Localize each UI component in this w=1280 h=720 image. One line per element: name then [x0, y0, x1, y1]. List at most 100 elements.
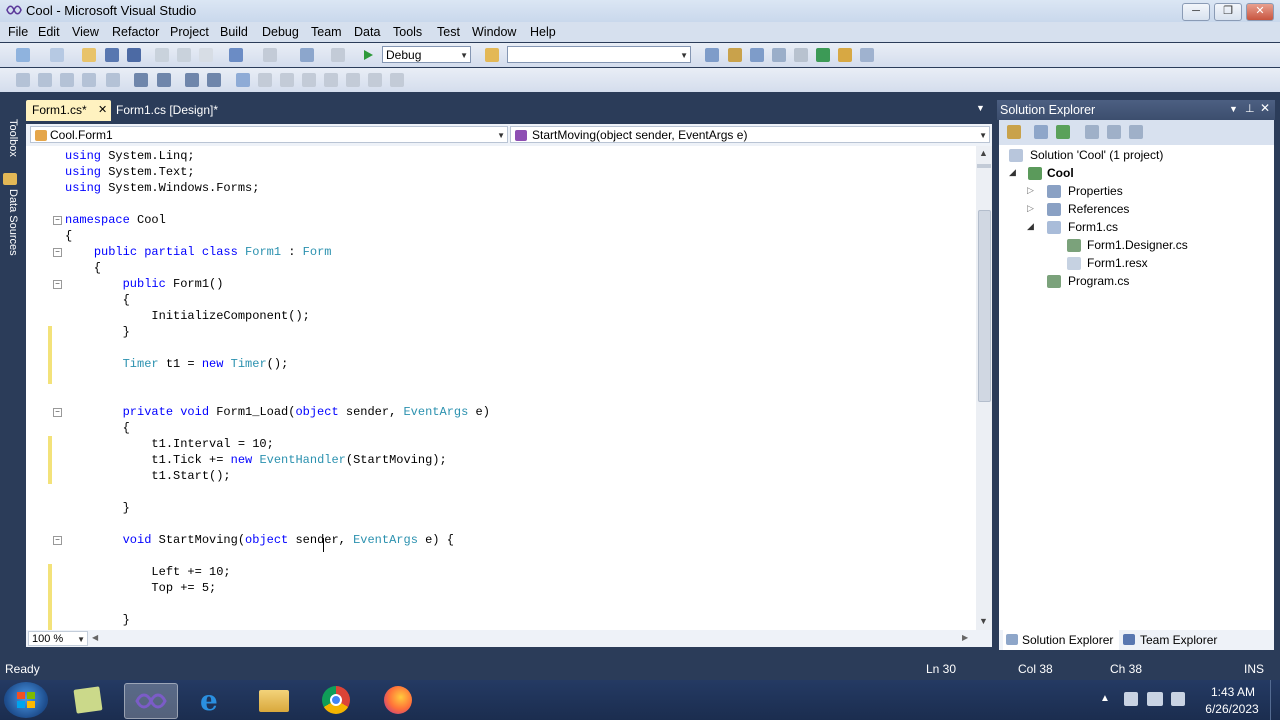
scroll-up-icon[interactable]: ▲ — [979, 148, 988, 158]
tree-item-form1-cs[interactable]: Form1.cs — [1068, 220, 1118, 234]
scroll-down-icon[interactable]: ▼ — [979, 616, 988, 626]
expanded-arrow-icon[interactable]: ◢ — [1027, 221, 1034, 232]
complete-word-icon[interactable] — [82, 73, 96, 87]
comment-lines-icon[interactable] — [185, 73, 199, 87]
menu-edit[interactable]: Edit — [38, 25, 60, 39]
member-selector[interactable]: StartMoving(object sender, EventArgs e) … — [510, 126, 990, 143]
close-panel-icon[interactable]: ✕ — [1260, 101, 1270, 115]
paste-icon[interactable] — [199, 48, 213, 62]
tab-solution-explorer[interactable]: Solution Explorer — [1003, 630, 1119, 650]
tab-form1-design[interactable]: Form1.cs [Design]* — [110, 100, 230, 121]
show-hidden-icons-icon[interactable]: ▲ — [1100, 693, 1110, 704]
close-window-button[interactable]: ✕ — [1246, 3, 1274, 21]
menu-file[interactable]: File — [8, 25, 28, 39]
tree-item-program-cs[interactable]: Program.cs — [1068, 274, 1129, 288]
tree-item-properties[interactable]: Properties — [1068, 184, 1123, 198]
collapse-icon[interactable]: − — [53, 248, 62, 257]
collapse-icon[interactable]: − — [53, 536, 62, 545]
show-desktop-button[interactable] — [1270, 680, 1280, 720]
solution-explorer-icon[interactable] — [705, 48, 719, 62]
find-in-files-icon[interactable] — [485, 48, 499, 62]
pin-icon[interactable]: ⊥ — [1245, 102, 1255, 115]
properties-window-icon[interactable] — [728, 48, 742, 62]
start-debugging-icon[interactable] — [361, 48, 375, 62]
start-button[interactable] — [4, 682, 48, 718]
next-bookmark-in-folder-icon[interactable] — [324, 73, 338, 87]
parameter-info-icon[interactable] — [38, 73, 52, 87]
clock-time[interactable]: 1:43 AM — [1206, 685, 1260, 699]
menu-team[interactable]: Team — [311, 25, 342, 39]
redo-icon[interactable] — [263, 48, 277, 62]
taskbar-internet-explorer-app[interactable]: e — [186, 683, 238, 717]
taskbar-chrome-app[interactable] — [310, 683, 362, 717]
cut-icon[interactable] — [155, 48, 169, 62]
type-selector[interactable]: Cool.Form1 ▼ — [30, 126, 508, 143]
next-bookmark-in-document-icon[interactable] — [368, 73, 382, 87]
menu-debug[interactable]: Debug — [262, 25, 299, 39]
taskbar-firefox-app[interactable] — [372, 683, 424, 717]
format-icon[interactable] — [106, 73, 120, 87]
collapsed-arrow-icon[interactable]: ▷ — [1027, 203, 1034, 214]
scroll-left-icon[interactable]: ◀ — [92, 633, 98, 642]
clock-date[interactable]: 6/26/2023 — [1200, 702, 1264, 716]
minimize-button[interactable]: ─ — [1182, 3, 1210, 21]
code-editor[interactable]: − − − − − using System.Linq; using Syste… — [26, 146, 976, 630]
close-tab-icon[interactable]: ✕ — [98, 100, 107, 121]
new-project-icon[interactable] — [16, 48, 30, 62]
tree-item-form1-resx[interactable]: Form1.resx — [1087, 256, 1148, 270]
tree-item-references[interactable]: References — [1068, 202, 1129, 216]
menu-build[interactable]: Build — [220, 25, 248, 39]
tools-icon[interactable] — [794, 48, 808, 62]
tree-item-solution[interactable]: Solution 'Cool' (1 project) — [1030, 148, 1163, 162]
navigate-forward-icon[interactable] — [331, 48, 345, 62]
toggle-bookmark-icon[interactable] — [236, 73, 250, 87]
tab-form1-cs[interactable]: Form1.cs* ✕ — [26, 100, 111, 121]
toolbox-tab[interactable]: Toolbox — [3, 119, 19, 157]
window-position-icon[interactable]: ▼ — [1229, 104, 1238, 114]
refresh-icon[interactable] — [1056, 125, 1070, 139]
open-file-icon[interactable] — [82, 48, 96, 62]
action-center-icon[interactable] — [1124, 692, 1138, 706]
show-all-files-icon[interactable] — [1034, 125, 1048, 139]
start-page-icon[interactable] — [816, 48, 830, 62]
previous-bookmark-in-folder-icon[interactable] — [302, 73, 316, 87]
increase-indent-icon[interactable] — [157, 73, 171, 87]
save-all-icon[interactable] — [127, 48, 141, 62]
solution-configuration-select[interactable]: Debug ▼ — [382, 46, 471, 63]
maximize-button[interactable]: ❐ — [1214, 3, 1242, 21]
member-list-icon[interactable] — [16, 73, 30, 87]
collapse-icon[interactable]: − — [53, 216, 62, 225]
navigate-backward-icon[interactable] — [300, 48, 314, 62]
vertical-scrollbar[interactable]: ▲ ▼ — [976, 146, 992, 630]
tab-list-dropdown-icon[interactable]: ▼ — [976, 103, 985, 113]
data-sources-tab[interactable]: Data Sources — [3, 189, 19, 256]
scroll-right-icon[interactable]: ▶ — [962, 633, 968, 642]
decrease-indent-icon[interactable] — [134, 73, 148, 87]
volume-icon[interactable] — [1171, 692, 1185, 706]
view-class-diagram-icon[interactable] — [1129, 125, 1143, 139]
menu-tools[interactable]: Tools — [393, 25, 422, 39]
taskbar-explorer-app[interactable] — [248, 683, 300, 717]
menu-help[interactable]: Help — [530, 25, 556, 39]
menu-refactor[interactable]: Refactor — [112, 25, 159, 39]
command-window-icon[interactable] — [860, 48, 874, 62]
previous-bookmark-icon[interactable] — [258, 73, 272, 87]
toolbox-icon[interactable] — [772, 48, 786, 62]
find-combo[interactable]: ▼ — [507, 46, 691, 63]
next-bookmark-icon[interactable] — [280, 73, 294, 87]
tab-team-explorer[interactable]: Team Explorer — [1121, 630, 1231, 650]
properties-icon[interactable] — [1007, 125, 1021, 139]
split-handle[interactable] — [977, 164, 991, 168]
add-item-icon[interactable] — [50, 48, 64, 62]
previous-bookmark-in-document-icon[interactable] — [346, 73, 360, 87]
scroll-thumb[interactable] — [978, 210, 991, 402]
copy-icon[interactable] — [177, 48, 191, 62]
zoom-select[interactable]: 100 % ▼ — [28, 631, 88, 646]
taskbar-notes-app[interactable] — [62, 683, 114, 717]
taskbar-visual-studio-app[interactable] — [124, 683, 178, 719]
network-icon[interactable] — [1147, 692, 1163, 706]
collapse-icon[interactable]: − — [53, 408, 62, 417]
expanded-arrow-icon[interactable]: ◢ — [1009, 167, 1016, 178]
menu-window[interactable]: Window — [472, 25, 516, 39]
menu-view[interactable]: View — [72, 25, 99, 39]
